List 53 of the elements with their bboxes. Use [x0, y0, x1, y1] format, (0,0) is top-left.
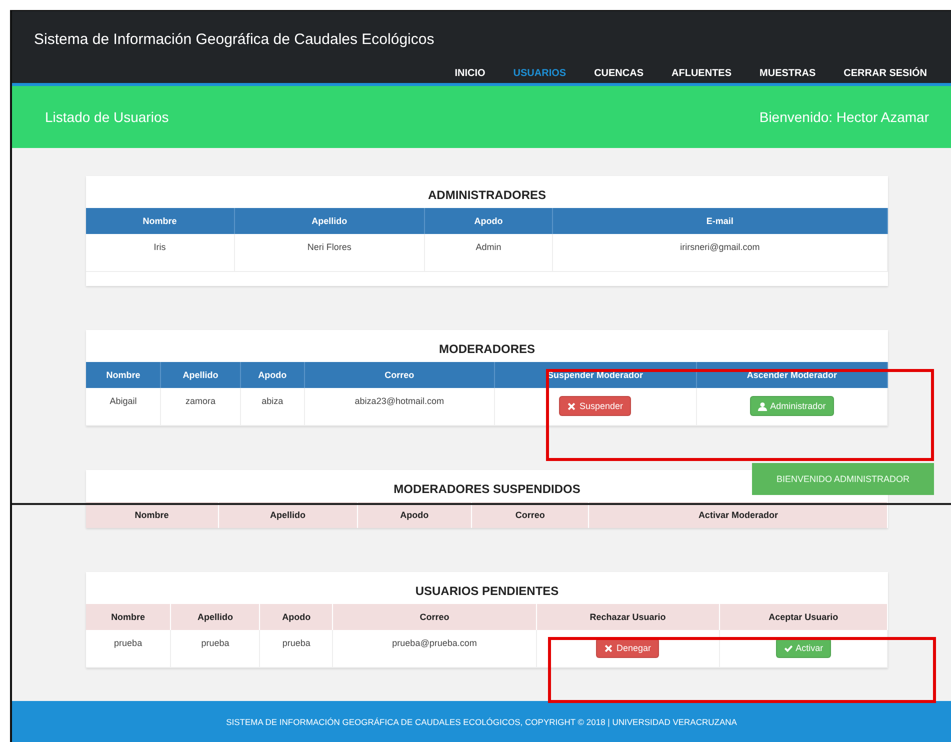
- site-title: Sistema de Información Geográfica de Caudales Ecológicos: [34, 31, 436, 48]
- suspend-button[interactable]: Suspender: [559, 396, 631, 416]
- user-icon: [758, 402, 768, 410]
- column-header: Nombre: [86, 604, 171, 630]
- close-icon: [604, 644, 614, 652]
- table-cell: Abigail: [86, 388, 161, 426]
- table-cell: prueba: [260, 630, 333, 668]
- table-cell: abiza: [240, 388, 305, 426]
- column-header: Apellido: [234, 208, 425, 234]
- column-header: Nombre: [86, 362, 161, 388]
- table-cell: prueba: [86, 630, 171, 668]
- deny-button[interactable]: Denegar: [596, 638, 659, 658]
- welcome-text: Bienvenido: Hector Azamar: [759, 109, 929, 125]
- column-header: Apellido: [160, 362, 240, 388]
- nav-link[interactable]: AFLUENTES: [672, 68, 732, 79]
- table-cell: Neri Flores: [234, 234, 425, 272]
- page-title: Listado de Usuarios: [45, 109, 169, 125]
- column-header: Suspender Moderador: [494, 362, 696, 388]
- table-cell: prueba@prueba.com: [332, 630, 536, 668]
- nav-link[interactable]: INICIO: [454, 68, 486, 79]
- table-cell: irirsneri@gmail.com: [552, 234, 888, 272]
- column-header: Aceptar Usuario: [719, 604, 888, 630]
- column-header: Correo: [471, 502, 589, 528]
- column-header: Rechazar Usuario: [536, 604, 720, 630]
- nav-link[interactable]: USUARIOS: [513, 68, 566, 79]
- nav-link[interactable]: CERRAR SESIÓN: [844, 68, 927, 79]
- column-header: Correo: [332, 604, 536, 630]
- column-header: Apellido: [218, 502, 358, 528]
- table-cell: Admin: [424, 234, 552, 272]
- column-header: Apodo: [260, 604, 333, 630]
- column-header: Apellido: [170, 604, 260, 630]
- section-title: ADMINISTRADORES: [426, 188, 547, 202]
- check-icon: [784, 644, 793, 652]
- column-header: Nombre: [86, 502, 218, 528]
- table-cell: abiza23@hotmail.com: [304, 388, 494, 426]
- column-header: Nombre: [86, 208, 234, 234]
- table-cell: prueba: [170, 630, 260, 668]
- section-title: MODERADORES SUSPENDIDOS: [392, 482, 582, 496]
- close-icon: [567, 402, 576, 410]
- section-title: USUARIOS PENDIENTES: [414, 584, 560, 598]
- nav-link[interactable]: CUENCAS: [594, 68, 644, 79]
- nav-link[interactable]: MUESTRAS: [760, 68, 816, 79]
- table-cell: Iris: [86, 234, 234, 272]
- toast-text: BIENVENIDO ADMINISTRADOR: [776, 474, 910, 484]
- column-header: Apodo: [240, 362, 305, 388]
- footer-text: SISTEMA DE INFORMACIÓN GEOGRÁFICA DE CAUDALES ECOLÓGICOS, COPYRIGHT © 2018 | UNIVERSIDAD VERACRUZANA: [226, 717, 737, 727]
- column-header: Correo: [304, 362, 494, 388]
- section-title: MODERADORES: [438, 342, 536, 356]
- column-header: Apodo: [357, 502, 472, 528]
- table-cell: zamora: [160, 388, 240, 426]
- column-header: E-mail: [552, 208, 888, 234]
- column-header: Activar Moderador: [588, 502, 888, 528]
- column-header: Apodo: [424, 208, 552, 234]
